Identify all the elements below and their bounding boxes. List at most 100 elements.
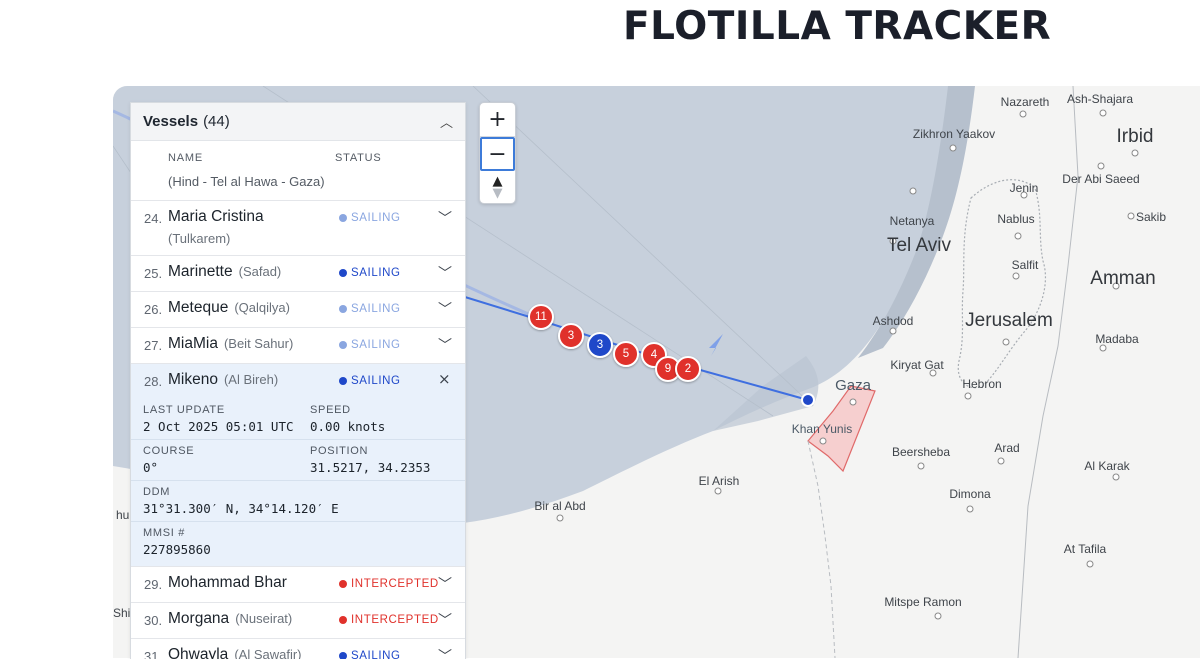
place-dimona: Dimona xyxy=(949,487,991,501)
vessel-subtitle: (Tulkarem) xyxy=(168,231,231,246)
vessel-name: Maria Cristina xyxy=(168,208,264,225)
status-badge: SAILING xyxy=(339,267,401,279)
position-label: POSITION xyxy=(310,445,369,457)
course-value: 0° xyxy=(143,460,159,475)
vessel-name: Marinette (Safad) xyxy=(168,263,282,280)
selected-vessel-marker xyxy=(801,393,815,407)
status-badge: SAILING xyxy=(339,375,401,387)
vessel-cluster-marker[interactable]: 11 xyxy=(528,304,554,330)
status-badge: SAILING xyxy=(339,339,401,351)
vessel-row[interactable]: 27. MiaMia (Beit Sahur) SAILING ﹀ xyxy=(131,328,465,364)
last-update-value: 2 Oct 2025 05:01 UTC xyxy=(143,419,294,434)
chevron-down-icon[interactable]: ﹀ xyxy=(438,335,452,355)
column-headers: NAME STATUS xyxy=(131,141,465,174)
chevron-down-icon[interactable]: ﹀ xyxy=(438,646,452,659)
status-badge: SAILING xyxy=(339,303,401,315)
place-el-arish: El Arish xyxy=(698,474,740,488)
detail-row: MMSI # 227895860 xyxy=(131,522,465,567)
place-gaza: Gaza xyxy=(835,377,871,394)
position-value: 31.5217, 34.2353 xyxy=(310,460,431,475)
vessels-panel-title: Vessels xyxy=(143,113,199,130)
place-khan-yunis: Khan Yunis xyxy=(791,422,853,436)
vessel-number: 25. xyxy=(144,266,163,281)
vessel-cluster-marker[interactable]: 2 xyxy=(675,356,701,382)
mmsi-label: MMSI # xyxy=(143,527,186,539)
place-bir-al-abd: Bir al Abd xyxy=(534,499,586,513)
course-label: COURSE xyxy=(143,445,195,457)
last-update-label: LAST UPDATE xyxy=(143,404,225,416)
vessel-row[interactable]: 26. Meteque (Qalqilya) SAILING ﹀ xyxy=(131,292,465,328)
vessel-row[interactable]: 29. Mohammad Bhar INTERCEPTED ﹀ xyxy=(131,567,465,603)
speed-value: 0.00 knots xyxy=(310,419,386,434)
place-nazareth: Nazareth xyxy=(1000,95,1050,109)
place-tel-aviv: Tel Aviv xyxy=(886,235,952,256)
vessel-row[interactable]: 30. Morgana (Nuseirat) INTERCEPTED ﹀ xyxy=(131,603,465,639)
vessels-panel: Vessels (44) ︿ NAME STATUS (Hind - Tel a… xyxy=(130,102,466,659)
vessel-row[interactable]: 31. Ohwayla (Al Sawafir) SAILING ﹀ xyxy=(131,639,465,659)
place-zikhron-yaakov: Zikhron Yaakov xyxy=(912,127,996,141)
vessel-number: 24. xyxy=(144,211,163,226)
place-arad: Arad xyxy=(994,441,1020,455)
page-title: FLOTILLA TRACKER xyxy=(623,4,1052,49)
vessel-name: Meteque (Qalqilya) xyxy=(168,299,290,316)
vessel-row[interactable]: 24. Maria Cristina (Tulkarem) SAILING ﹀ xyxy=(131,201,465,256)
column-name: NAME xyxy=(168,151,203,164)
vessels-count: (44) xyxy=(203,113,230,130)
status-badge: INTERCEPTED xyxy=(339,614,439,626)
chevron-down-icon[interactable]: ﹀ xyxy=(438,610,452,630)
vessel-number: 30. xyxy=(144,613,163,628)
selected-vessel-detail: 28. Mikeno (Al Bireh) SAILING × LAST UPDA… xyxy=(131,364,465,567)
place-irbid: Irbid xyxy=(1116,126,1154,147)
vessel-cluster-marker[interactable]: 5 xyxy=(613,341,639,367)
place-ash-shajara: Ash-Shajara xyxy=(1066,92,1134,106)
detail-row: DDM 31°31.300′ N, 34°14.120′ E xyxy=(131,481,465,522)
mmsi-value: 227895860 xyxy=(143,542,211,557)
vessel-cluster-marker[interactable]: 3 xyxy=(587,332,613,358)
zoom-in-button[interactable]: + xyxy=(480,103,515,137)
vessel-name: Mikeno (Al Bireh) xyxy=(168,371,279,388)
vessel-cluster-marker[interactable]: 3 xyxy=(558,323,584,349)
place-jerusalem: Jerusalem xyxy=(965,310,1053,331)
chevron-up-icon[interactable]: ︿ xyxy=(440,112,453,131)
vessel-name: MiaMia (Beit Sahur) xyxy=(168,335,294,352)
chevron-down-icon[interactable]: ﹀ xyxy=(438,574,452,594)
vessel-name: Mohammad Bhar xyxy=(168,574,287,591)
detail-row: LAST UPDATE 2 Oct 2025 05:01 UTC SPEED 0… xyxy=(131,399,465,440)
ddm-label: DDM xyxy=(143,486,171,498)
ddm-value: 31°31.300′ N, 34°14.120′ E xyxy=(143,501,339,516)
west-bank xyxy=(957,179,1047,389)
chevron-down-icon[interactable]: ﹀ xyxy=(438,299,452,319)
status-badge: SAILING xyxy=(339,212,401,224)
place-madaba: Madaba xyxy=(1095,332,1139,346)
zoom-out-button[interactable]: − xyxy=(480,137,515,171)
place-netanya: Netanya xyxy=(889,214,935,228)
vessel-number: 26. xyxy=(144,302,163,317)
place-amman: Amman xyxy=(1090,268,1156,289)
column-status: STATUS xyxy=(335,151,382,164)
vessel-number: 27. xyxy=(144,338,163,353)
egypt-border xyxy=(807,440,836,658)
vessel-name: Ohwayla (Al Sawafir) xyxy=(168,646,302,659)
chevron-down-icon[interactable]: ﹀ xyxy=(438,208,452,228)
place-salfit: Salfit xyxy=(1011,258,1039,272)
detail-row: COURSE 0° POSITION 31.5217, 34.2353 xyxy=(131,440,465,481)
vessel-number: 29. xyxy=(144,577,163,592)
compass-icon[interactable]: ▲ ▼ xyxy=(480,171,515,204)
place-kiryat-gat: Kiryat Gat xyxy=(890,358,944,372)
place-jenin: Jenin xyxy=(1009,181,1039,195)
place-al-karak: Al Karak xyxy=(1084,459,1130,473)
place-beersheba: Beersheba xyxy=(891,445,951,459)
place-at-tafila: At Tafila xyxy=(1063,542,1107,556)
place-ashdod: Ashdod xyxy=(872,314,914,328)
vessels-panel-header[interactable]: Vessels (44) ︿ xyxy=(131,103,465,141)
zoom-controls: + − ▲ ▼ xyxy=(479,102,516,204)
chevron-down-icon[interactable]: ﹀ xyxy=(438,263,452,283)
close-icon[interactable]: × xyxy=(438,370,451,388)
vessel-row[interactable]: 25. Marinette (Safad) SAILING ﹀ xyxy=(131,256,465,292)
vessel-row-selected[interactable]: 28. Mikeno (Al Bireh) SAILING × xyxy=(131,364,465,399)
place-mitspe-ramon: Mitspe Ramon xyxy=(884,595,962,609)
place-nablus: Nablus xyxy=(997,212,1035,226)
place-hebron: Hebron xyxy=(962,377,1002,391)
place-sakib: Sakib xyxy=(1135,210,1167,224)
status-badge: INTERCEPTED xyxy=(339,578,439,590)
